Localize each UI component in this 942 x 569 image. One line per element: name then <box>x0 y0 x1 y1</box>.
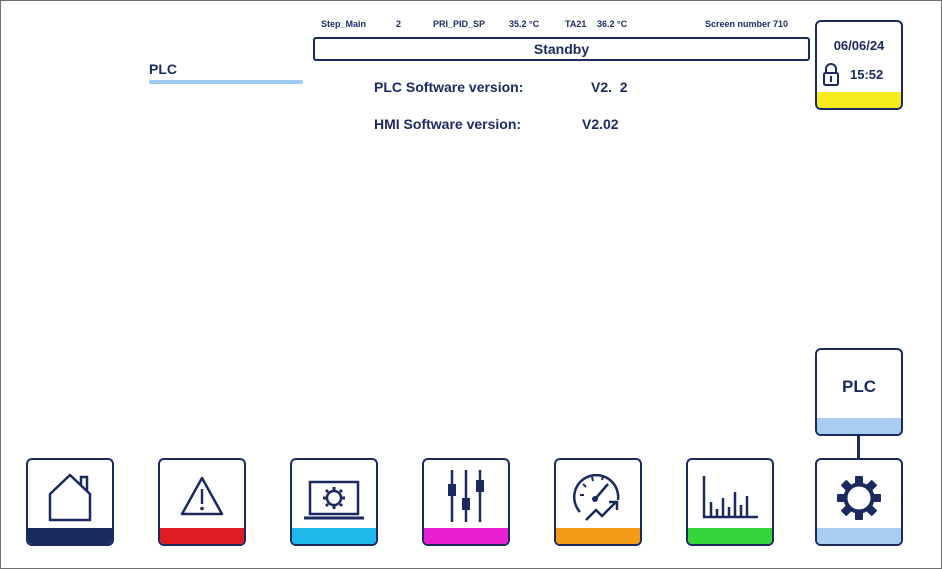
bar-chart-icon <box>702 476 758 519</box>
nav-machine-bar <box>292 528 376 544</box>
hmi-software-version-value: V2.02 <box>582 116 619 132</box>
pri-pid-sp-label: PRI_PID_SP <box>433 19 486 29</box>
home-icon <box>48 473 92 522</box>
submenu-connector <box>857 436 860 458</box>
pri-pid-sp-value: 35.2 °C <box>509 19 540 29</box>
page-title-underline <box>149 80 303 84</box>
nav-performance-bar <box>556 528 640 544</box>
date-display: 06/06/24 <box>833 38 885 53</box>
nav-statistics-bar <box>688 528 772 544</box>
laptop-gear-icon <box>304 480 364 520</box>
gauge-trend-icon <box>572 473 620 521</box>
machine-status: Standby <box>313 37 810 61</box>
ta21-label: TA21 <box>565 19 587 29</box>
nav-home-button[interactable] <box>26 458 114 546</box>
gear-icon <box>837 476 881 520</box>
nav-machine-button[interactable] <box>290 458 378 546</box>
hmi-software-version-label: HMI Software version: <box>374 116 522 132</box>
ta21-value: 36.2 °C <box>597 19 628 29</box>
lock-icon <box>823 63 839 86</box>
plc-submenu-label: PLC <box>842 377 876 396</box>
nav-system-bar <box>817 528 901 544</box>
nav-settings-bar <box>424 528 508 544</box>
clock-login-tile[interactable]: 06/06/24 15:52 <box>815 20 903 110</box>
step-main-label: Step_Main <box>321 19 367 29</box>
plc-submenu-button[interactable]: PLC <box>815 348 903 436</box>
warning-icon <box>180 476 224 516</box>
nav-alarms-bar <box>160 528 244 544</box>
plc-software-version-label: PLC Software version: <box>374 79 524 95</box>
screen-number: Screen number 710 <box>705 19 789 29</box>
plc-software-version-value: V2. 2 <box>591 79 628 95</box>
status-text: Standby <box>533 41 590 57</box>
plc-submenu-bar <box>817 418 901 434</box>
nav-settings-button[interactable] <box>422 458 510 546</box>
sliders-icon <box>448 470 484 522</box>
nav-statistics-button[interactable] <box>686 458 774 546</box>
nav-performance-button[interactable] <box>554 458 642 546</box>
nav-system-button[interactable] <box>815 458 903 546</box>
nav-home-bar <box>28 528 112 544</box>
time-display: 15:52 <box>850 67 884 82</box>
step-main-value: 2 <box>396 19 402 29</box>
login-status-strip <box>817 92 901 108</box>
page-title: PLC <box>149 61 177 77</box>
nav-alarms-button[interactable] <box>158 458 246 546</box>
